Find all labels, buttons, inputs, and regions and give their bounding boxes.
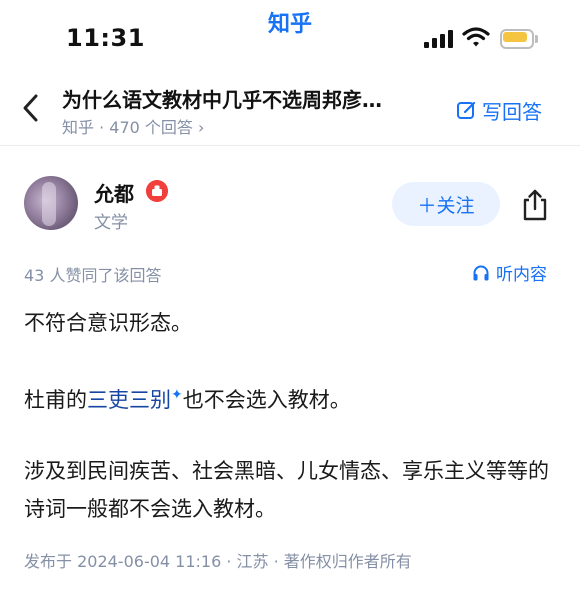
question-header: 为什么语文教材中几乎不选周邦彦… 知乎 · 470 个回答 › 写回答 bbox=[0, 72, 580, 146]
back-chevron-icon[interactable] bbox=[16, 90, 46, 126]
answer-paragraph: 不符合意识形态。 bbox=[24, 311, 192, 335]
keyword-link[interactable]: 三吏三别 bbox=[87, 388, 171, 412]
author-row: 允都 文学 ＋关注 bbox=[0, 176, 580, 236]
status-bar: 11:31 知乎 bbox=[0, 0, 580, 70]
paragraph-text: 杜甫的 bbox=[24, 388, 87, 412]
author-tag: 文学 bbox=[94, 213, 128, 233]
author-name[interactable]: 允都 bbox=[94, 178, 134, 207]
listen-button[interactable]: 听内容 bbox=[472, 260, 547, 285]
listen-label: 听内容 bbox=[496, 265, 547, 285]
vote-count: 43 人赞同了该回答 bbox=[24, 266, 162, 285]
answer-paragraph: 杜甫的三吏三别✦也不会选入教材。 bbox=[24, 378, 351, 417]
brand-title: 知乎 bbox=[267, 12, 312, 37]
battery-icon bbox=[500, 29, 540, 49]
answer-paragraph: 涉及到民间疾苦、社会黑暗、儿女情态、享乐主义等等的诗词一般都不会选入教材。 bbox=[24, 459, 549, 521]
publish-info: 发布于 2024-06-04 11:16 · 江苏 · 著作权归作者所有 bbox=[24, 552, 412, 571]
write-answer-label: 写回答 bbox=[482, 99, 542, 124]
headphones-icon bbox=[473, 265, 489, 280]
paragraph-text: 也不会选入教材。 bbox=[182, 388, 351, 412]
wifi-icon bbox=[462, 27, 490, 47]
edit-icon bbox=[457, 101, 476, 119]
avatar[interactable] bbox=[24, 176, 78, 230]
creator-badge-icon bbox=[146, 180, 168, 202]
question-meta[interactable]: 知乎 · 470 个回答 › bbox=[62, 114, 204, 138]
sparkle-icon: ✦ bbox=[171, 387, 183, 403]
write-answer-button[interactable]: 写回答 bbox=[456, 96, 542, 124]
cellular-signal-icon bbox=[424, 30, 454, 48]
share-icon[interactable] bbox=[520, 188, 550, 222]
follow-button[interactable]: ＋关注 bbox=[392, 182, 500, 226]
question-title[interactable]: 为什么语文教材中几乎不选周邦彦… bbox=[62, 84, 432, 113]
